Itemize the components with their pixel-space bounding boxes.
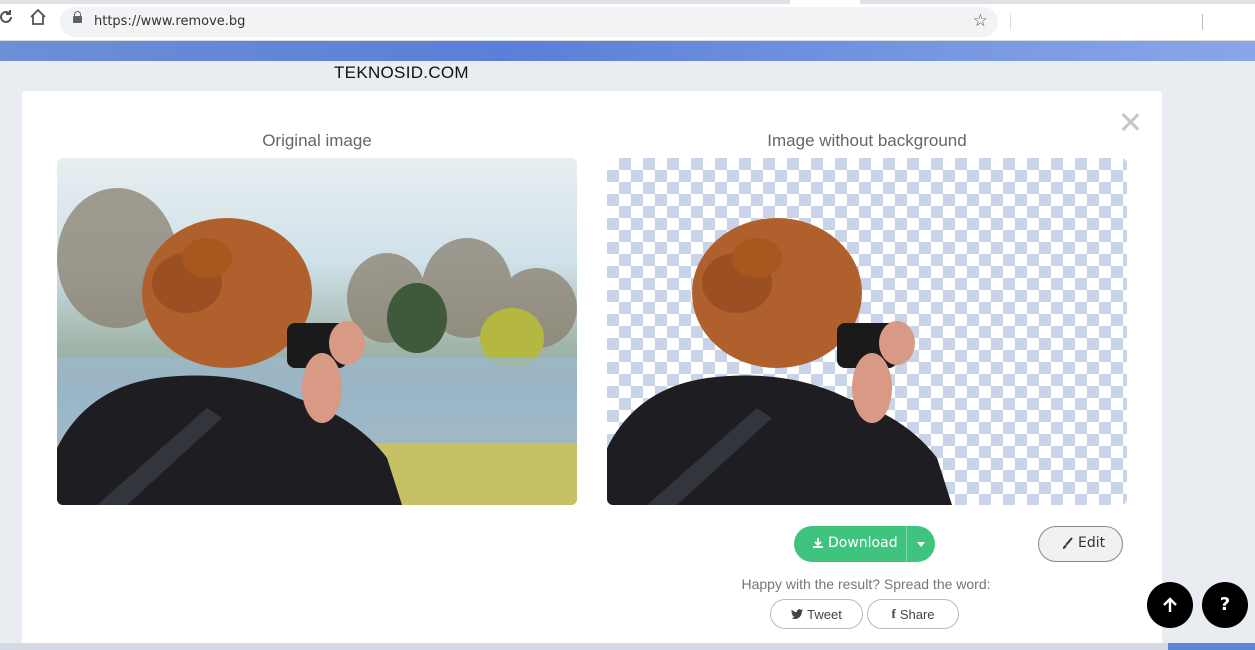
help-button[interactable]: ? [1202,582,1248,628]
edit-button[interactable]: Edit [1038,526,1123,562]
lock-icon [73,11,82,23]
site-header-band [0,41,1255,61]
page-bottom-accent [1168,643,1255,650]
download-icon [813,538,823,548]
spread-the-word-text: Happy with the result? Spread the word: [741,576,991,592]
edit-button-content: Edit [1061,535,1105,551]
reload-icon[interactable] [0,8,18,32]
url-text[interactable]: https://www.remove.bg [94,14,245,29]
page-bottom-strip [0,643,1255,650]
result-image-title: Image without background [767,131,967,150]
scroll-top-button[interactable] [1147,582,1193,628]
download-button-content: Download [812,535,898,551]
toolbar-divider [1010,14,1011,30]
toolbar-divider [1202,14,1203,30]
help-label: ? [1219,594,1231,615]
edit-label: Edit [1078,535,1106,551]
arrow-up-icon [1163,597,1177,612]
facebook-share-button[interactable]: f Share [867,599,959,629]
close-icon[interactable] [1120,112,1140,132]
download-button[interactable]: Download [794,526,935,562]
star-icon[interactable]: ☆ [973,11,988,31]
download-options-dropdown[interactable] [906,526,936,562]
tweet-label: Tweet [807,606,842,622]
tweet-button[interactable]: Tweet [770,599,863,629]
facebook-icon: f [891,606,896,621]
tab-strip [0,0,1255,4]
twitter-icon [791,608,804,619]
share-label: Share [899,606,935,622]
watermark-text: TEKNOSID.COM [334,63,469,82]
original-image [57,158,577,505]
download-label: Download [828,535,898,551]
original-image-title: Original image [262,131,372,150]
address-bar[interactable]: https://www.remove.bg ☆ [60,7,998,37]
result-image [607,158,1127,505]
active-tab-edge [790,0,860,4]
browser-toolbar: https://www.remove.bg ☆ [0,0,1255,41]
brush-icon [1063,536,1073,549]
home-icon[interactable] [26,8,50,32]
